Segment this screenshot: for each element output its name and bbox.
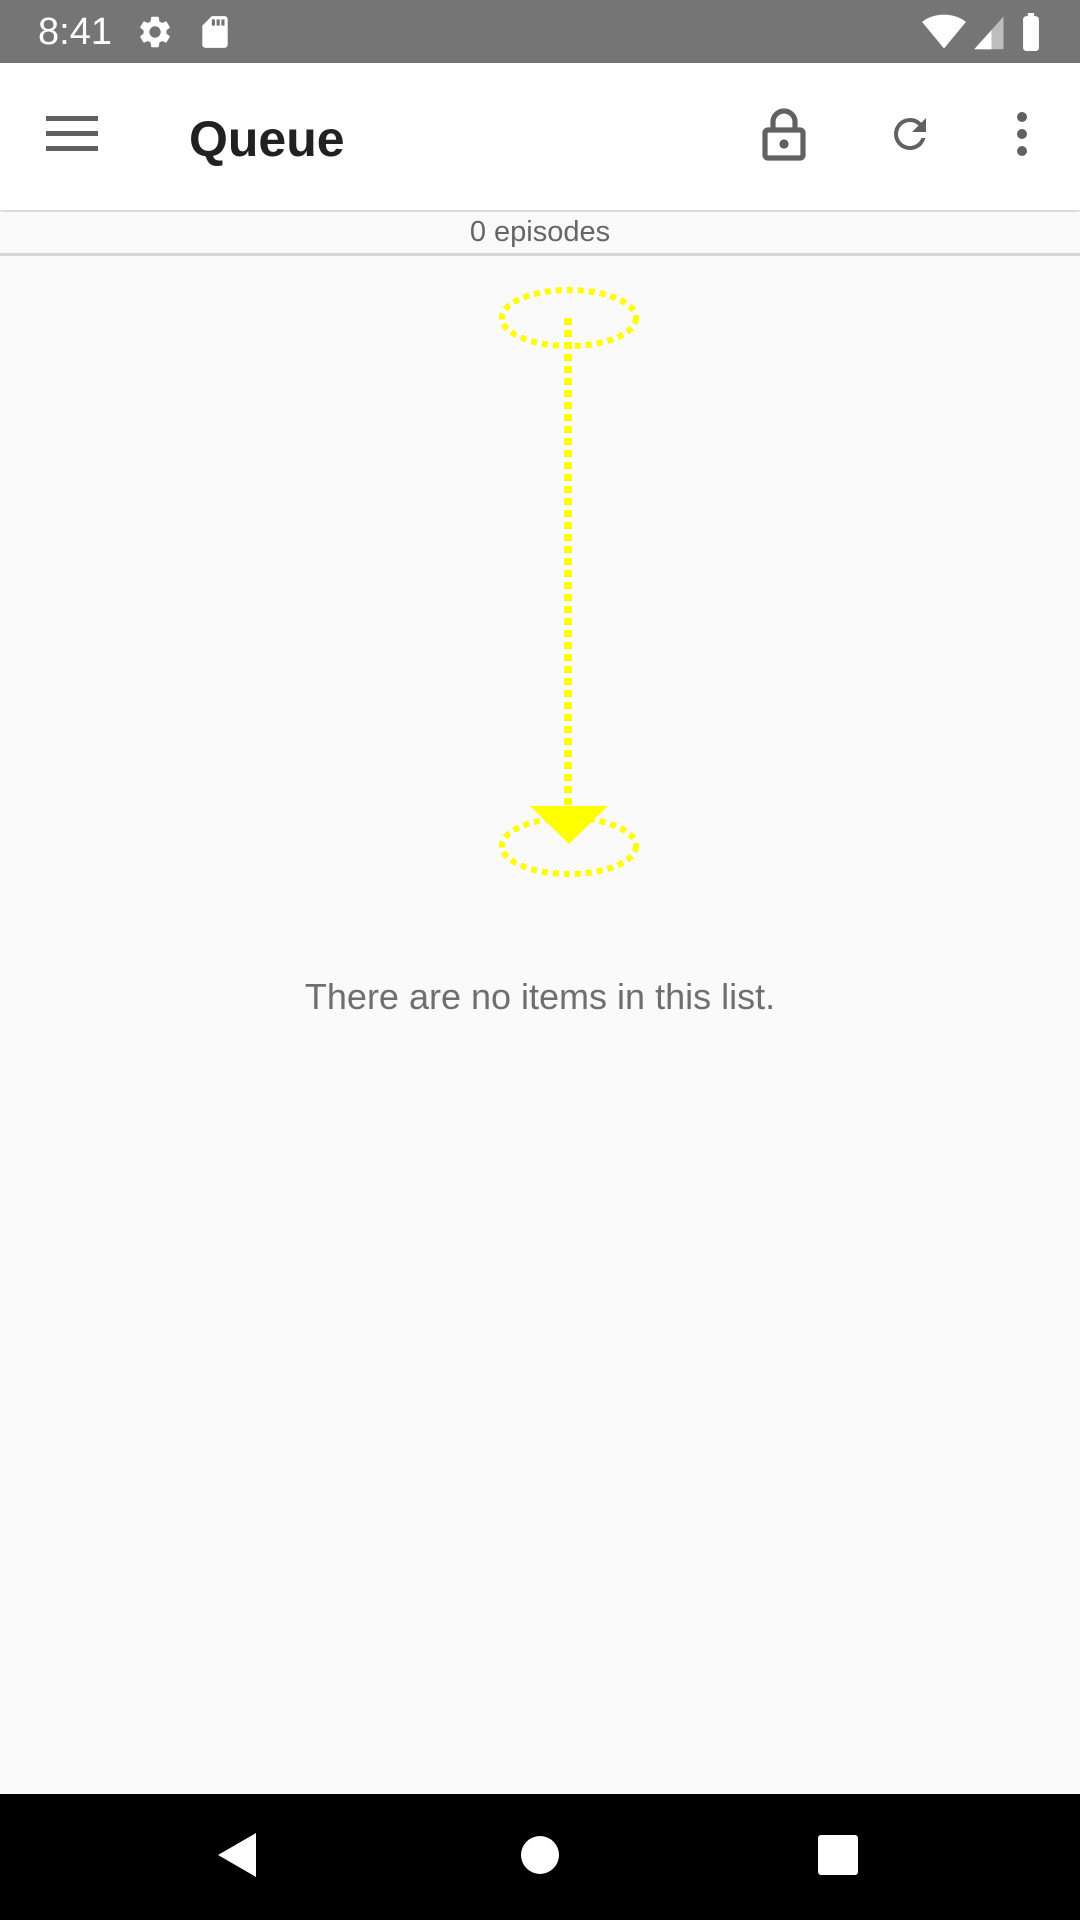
more-vert-icon — [1014, 110, 1030, 163]
app-bar: Queue — [0, 63, 1080, 210]
system-nav-bar — [0, 1794, 1080, 1920]
more-options-button[interactable] — [974, 88, 1070, 184]
gesture-end-ellipse — [499, 815, 639, 877]
battery-icon — [1016, 13, 1046, 51]
status-bar: 8:41 — [0, 0, 1080, 63]
lock-icon — [760, 106, 808, 167]
back-icon — [216, 1831, 260, 1884]
swipe-gesture-overlay — [499, 287, 639, 877]
back-button[interactable] — [190, 1814, 286, 1900]
refresh-button[interactable] — [862, 88, 958, 184]
page-title: Queue — [189, 111, 345, 167]
recents-icon — [817, 1834, 859, 1881]
gesture-arrowhead — [530, 806, 608, 844]
wifi-icon — [922, 13, 966, 51]
episode-count: 0 episodes — [469, 216, 611, 248]
menu-icon — [46, 114, 98, 159]
status-time: 8:41 — [38, 11, 112, 53]
gear-icon — [136, 13, 174, 51]
sd-card-icon — [196, 13, 234, 51]
lock-button[interactable] — [736, 88, 832, 184]
home-button[interactable] — [492, 1814, 588, 1900]
home-icon — [520, 1835, 560, 1880]
recents-button[interactable] — [790, 1814, 886, 1900]
gesture-start-ellipse — [499, 287, 639, 349]
episode-count-header: 0 episodes — [0, 212, 1080, 256]
refresh-icon — [886, 110, 934, 163]
cell-signal-icon — [970, 13, 1008, 51]
menu-button[interactable] — [24, 88, 120, 184]
empty-list-message: There are no items in this list. — [304, 976, 776, 1017]
